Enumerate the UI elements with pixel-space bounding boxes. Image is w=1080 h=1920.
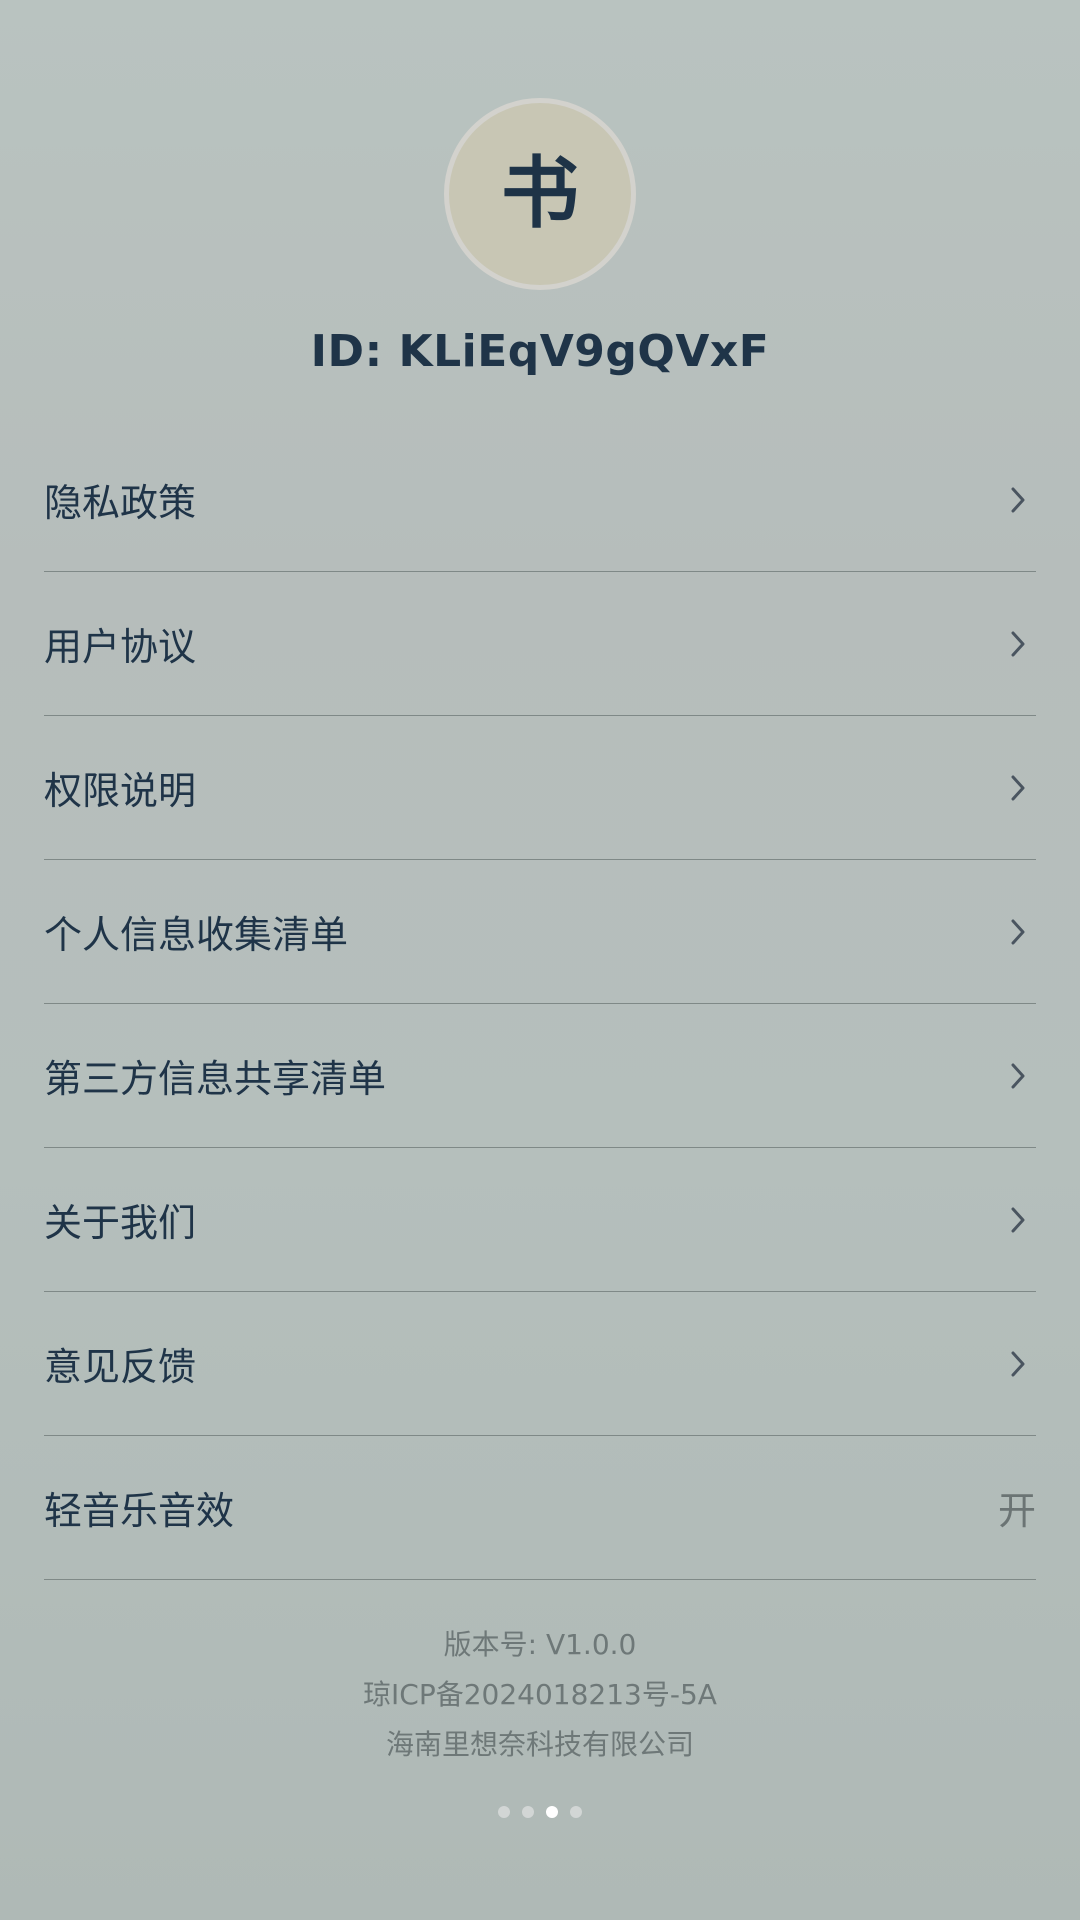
menu-item-label: 用户协议: [44, 625, 197, 669]
chevron-right-icon: [1002, 624, 1034, 664]
user-id: ID: KLiEqV9gQVxF: [310, 326, 770, 377]
page-dot: [570, 1806, 582, 1818]
chevron-right-icon: [1002, 1344, 1034, 1384]
chevron-right-icon: [1002, 1200, 1034, 1240]
version-text: 版本号: V1.0.0: [443, 1628, 637, 1661]
menu-item-label: 个人信息收集清单: [44, 913, 349, 957]
page-dot: [546, 1806, 558, 1818]
chevron-right-icon: [1002, 480, 1034, 520]
menu-item-label: 关于我们: [44, 1201, 197, 1245]
footer-info: 版本号: V1.0.0 琼ICP备2024018213号-5A 海南里想奈科技有…: [0, 1620, 1080, 1770]
page-dot: [498, 1806, 510, 1818]
menu-item-privacy-policy[interactable]: 隐私政策: [44, 428, 1036, 572]
menu-item-about-us[interactable]: 关于我们: [44, 1148, 1036, 1292]
menu-item-label: 意见反馈: [44, 1345, 197, 1389]
menu-item-label: 权限说明: [44, 769, 197, 813]
menu-item-third-party-sharing[interactable]: 第三方信息共享清单: [44, 1004, 1036, 1148]
avatar-char: 书: [500, 149, 579, 239]
avatar[interactable]: 书: [444, 98, 636, 290]
menu-item-label: 第三方信息共享清单: [44, 1057, 387, 1101]
settings-menu: 隐私政策 用户协议 权限说明 个人信息收集清单 第三方信息共享清单 关于我们 意…: [44, 428, 1036, 1580]
profile-header: 书 ID: KLiEqV9gQVxF: [0, 98, 1080, 377]
menu-item-permissions[interactable]: 权限说明: [44, 716, 1036, 860]
chevron-right-icon: [1002, 768, 1034, 808]
menu-item-personal-info-list[interactable]: 个人信息收集清单: [44, 860, 1036, 1004]
menu-item-label: 轻音乐音效: [44, 1489, 235, 1533]
menu-item-user-agreement[interactable]: 用户协议: [44, 572, 1036, 716]
menu-item-feedback[interactable]: 意见反馈: [44, 1292, 1036, 1436]
icp-record: 琼ICP备2024018213号-5A: [363, 1678, 717, 1711]
chevron-right-icon: [1002, 912, 1034, 952]
chevron-right-icon: [1002, 1056, 1034, 1096]
page-indicator: [0, 1806, 1080, 1818]
company-name: 海南里想奈科技有限公司: [385, 1728, 694, 1761]
music-toggle-value[interactable]: 开: [998, 1480, 1036, 1535]
menu-item-label: 隐私政策: [44, 481, 197, 525]
menu-item-music-effects[interactable]: 轻音乐音效 开: [44, 1436, 1036, 1580]
page-dot: [522, 1806, 534, 1818]
